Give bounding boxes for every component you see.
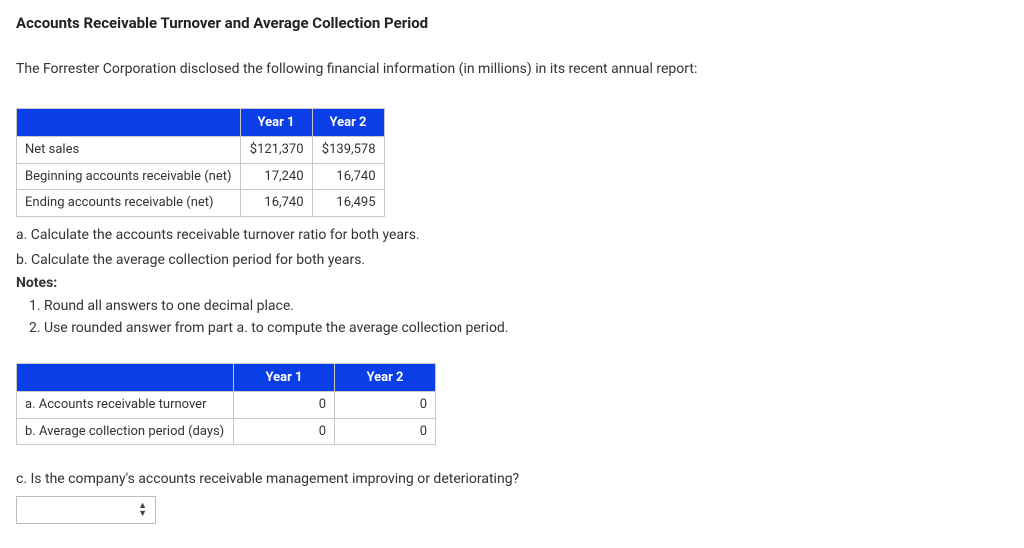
cell-value: $121,370 (240, 137, 312, 164)
table-header-row: Year 1 Year 2 (17, 363, 436, 392)
row-label: Ending accounts receivable (net) (17, 190, 241, 217)
question-a: a. Calculate the accounts receivable tur… (16, 225, 1008, 246)
header-year2: Year 2 (335, 363, 436, 392)
header-year1: Year 1 (240, 108, 312, 137)
table-header-row: Year 1 Year 2 (17, 108, 385, 137)
header-blank (17, 108, 241, 137)
cell-value: 16,740 (240, 190, 312, 217)
table-row: a. Accounts receivable turnover 0 0 (17, 392, 436, 419)
header-blank (17, 363, 234, 392)
header-year2: Year 2 (312, 108, 384, 137)
table-row: Net sales $121,370 $139,578 (17, 137, 385, 164)
notes-label: Notes: (16, 273, 1008, 294)
answer-input-b-y1[interactable]: 0 (234, 418, 335, 445)
table-row: b. Average collection period (days) 0 0 (17, 418, 436, 445)
header-year1: Year 1 (234, 363, 335, 392)
chevron-up-down-icon: ▲▼ (138, 502, 147, 518)
row-label: a. Accounts receivable turnover (17, 392, 234, 419)
table-row: Beginning accounts receivable (net) 17,2… (17, 163, 385, 190)
cell-value: 16,740 (312, 163, 384, 190)
cell-value: 17,240 (240, 163, 312, 190)
question-c: c. Is the company's accounts receivable … (16, 469, 1008, 490)
answer-input-b-y2[interactable]: 0 (335, 418, 436, 445)
intro-text: The Forrester Corporation disclosed the … (16, 59, 1008, 80)
row-label: b. Average collection period (days) (17, 418, 234, 445)
row-label: Net sales (17, 137, 241, 164)
note-item: Use rounded answer from part a. to compu… (44, 318, 1008, 339)
answer-table: Year 1 Year 2 a. Accounts receivable tur… (16, 363, 436, 446)
cell-value: $139,578 (312, 137, 384, 164)
financial-data-table: Year 1 Year 2 Net sales $121,370 $139,57… (16, 108, 385, 217)
question-b: b. Calculate the average collection peri… (16, 250, 1008, 271)
answer-input-a-y2[interactable]: 0 (335, 392, 436, 419)
table-row: Ending accounts receivable (net) 16,740 … (17, 190, 385, 217)
cell-value: 16,495 (312, 190, 384, 217)
row-label: Beginning accounts receivable (net) (17, 163, 241, 190)
page-title: Accounts Receivable Turnover and Average… (16, 12, 1008, 35)
note-item: Round all answers to one decimal place. (44, 296, 1008, 317)
answer-input-a-y1[interactable]: 0 (234, 392, 335, 419)
notes-list: Round all answers to one decimal place. … (16, 296, 1008, 339)
part-c-dropdown[interactable]: ▲▼ (16, 496, 156, 524)
